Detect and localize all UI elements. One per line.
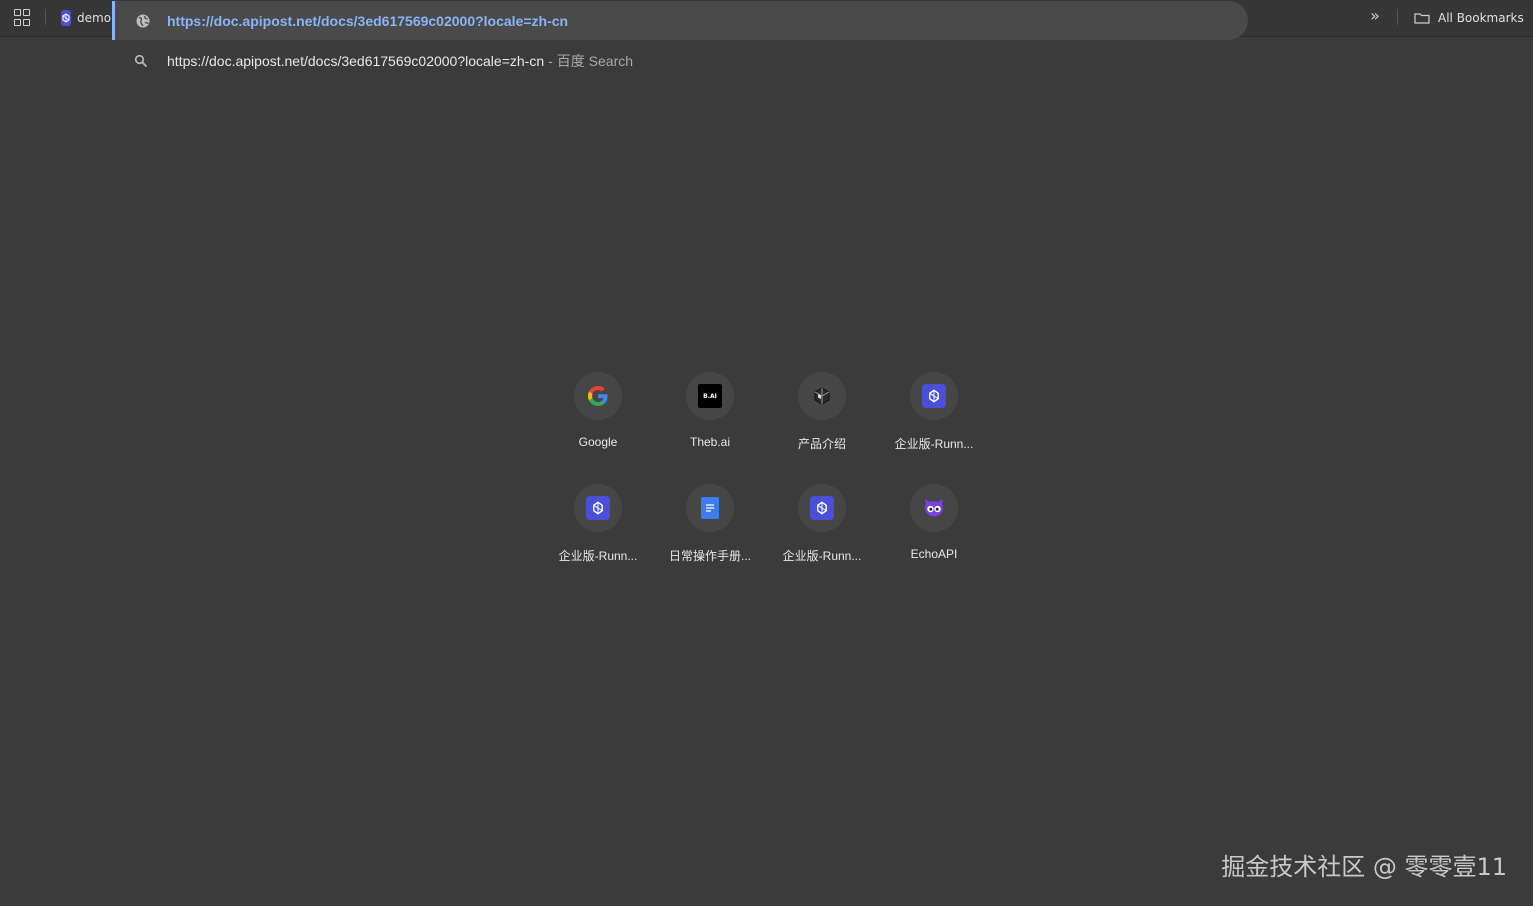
divider	[1397, 9, 1398, 25]
shortcut-label: Theb.ai	[689, 435, 731, 449]
folder-icon	[1414, 13, 1430, 24]
shortcut-tile[interactable]: B.AI Theb.ai	[654, 365, 766, 477]
shortcut-icon-bg	[910, 372, 958, 420]
echoapi-owl-icon	[925, 499, 943, 517]
omnibox-suggestion[interactable]: https://doc.apipost.net/docs/3ed617569c0…	[112, 44, 1248, 78]
bookmark-demo[interactable]: demo	[61, 8, 111, 28]
shortcut-icon-bg	[798, 484, 846, 532]
shortcut-tile[interactable]: 企业版-Runn...	[542, 477, 654, 589]
double-chevron-right-icon[interactable]: »	[1365, 7, 1385, 27]
shortcut-icon-bg	[798, 372, 846, 420]
shortcut-label: 企业版-Runn...	[558, 549, 638, 563]
shortcut-tile[interactable]: Google	[542, 365, 654, 477]
watermark: 掘金技术社区 @ 零零壹11	[1221, 853, 1507, 881]
google-icon	[588, 386, 608, 406]
shortcut-label: 企业版-Runn...	[782, 549, 862, 563]
search-icon	[134, 54, 148, 68]
shortcut-grid: Google B.AI Theb.ai 产品介绍 企业版-Runn... 企业版…	[542, 365, 990, 589]
divider	[45, 9, 46, 25]
shortcut-icon-bg	[686, 484, 734, 532]
shortcut-tile[interactable]: 产品介绍	[766, 365, 878, 477]
cube-icon	[814, 387, 830, 405]
globe-icon	[136, 14, 150, 28]
suggestion-text: https://doc.apipost.net/docs/3ed617569c0…	[167, 51, 633, 71]
shortcut-icon-bg: B.AI	[686, 372, 734, 420]
all-bookmarks-label: All Bookmarks	[1438, 11, 1524, 25]
shortcut-label: 企业版-Runn...	[894, 437, 974, 451]
shortcut-label: Google	[578, 435, 618, 449]
shortcut-icon-bg	[574, 372, 622, 420]
shortcut-tile[interactable]: 日常操作手册...	[654, 477, 766, 589]
address-bar[interactable]	[112, 1, 1248, 40]
apipost-icon	[586, 496, 610, 520]
docs-icon	[701, 497, 719, 519]
apipost-icon	[61, 10, 71, 26]
bookmark-label: demo	[77, 11, 111, 25]
suggestion-separator: -	[548, 53, 553, 69]
all-bookmarks-button[interactable]: All Bookmarks	[1414, 8, 1524, 28]
suggestion-url: https://doc.apipost.net/docs/3ed617569c0…	[167, 53, 545, 69]
theb-ai-icon: B.AI	[698, 384, 722, 408]
shortcut-label: 产品介绍	[797, 437, 846, 451]
browser-window: demo » All Bookmarks https://doc.apipost…	[0, 0, 1533, 906]
apps-grid-icon[interactable]	[14, 9, 32, 27]
shortcut-icon-bg	[574, 484, 622, 532]
url-input[interactable]	[167, 9, 1207, 33]
suggestion-engine: 百度 Search	[556, 53, 634, 69]
shortcut-label: 日常操作手册...	[668, 549, 751, 563]
apipost-icon	[810, 496, 834, 520]
shortcut-tile[interactable]: 企业版-Runn...	[766, 477, 878, 589]
shortcut-tile[interactable]: 企业版-Runn...	[878, 365, 990, 477]
shortcut-icon-bg	[910, 484, 958, 532]
shortcut-label: EchoAPI	[910, 547, 958, 561]
apipost-icon	[922, 384, 946, 408]
shortcut-tile[interactable]: EchoAPI	[878, 477, 990, 589]
